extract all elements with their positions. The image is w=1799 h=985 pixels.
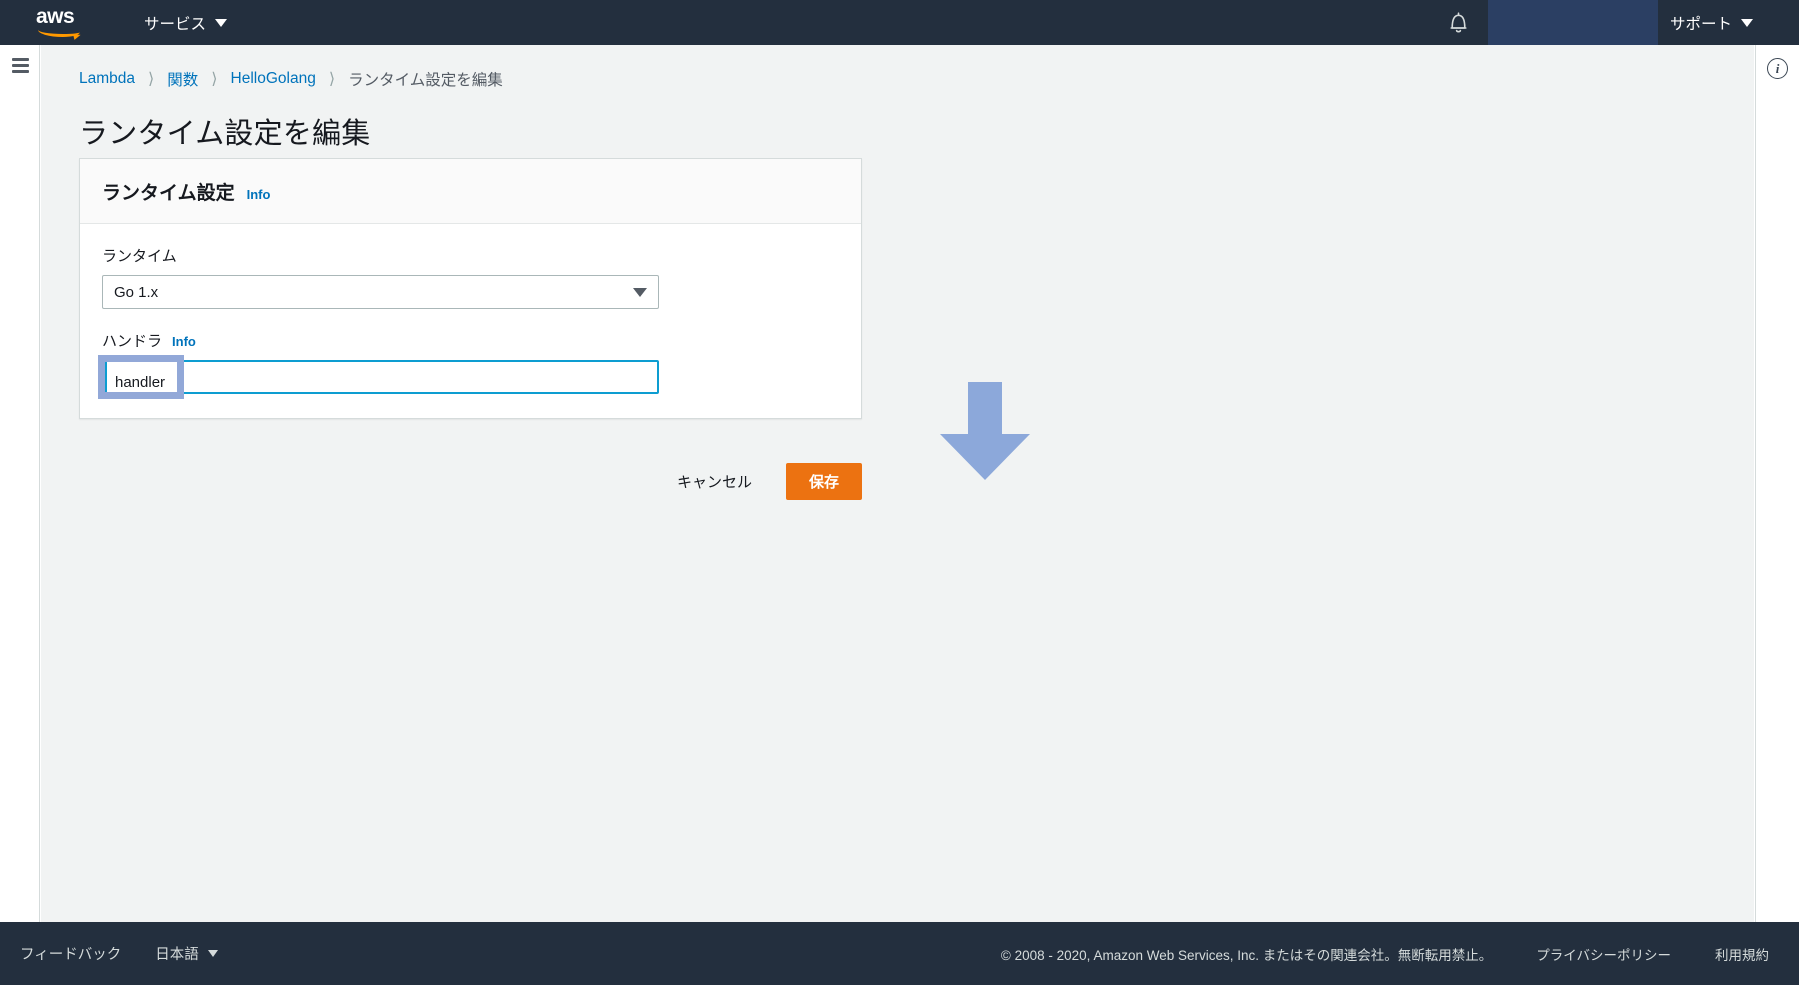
feedback-link[interactable]: フィードバック <box>20 943 121 964</box>
hamburger-menu-icon[interactable] <box>12 58 29 73</box>
support-menu[interactable]: サポート <box>1658 0 1765 45</box>
services-menu[interactable]: サービス <box>132 0 239 45</box>
chevron-down-icon <box>207 950 218 957</box>
handler-field-label: ハンドラ Info <box>102 330 839 351</box>
page-title: ランタイム設定を編集 <box>79 118 371 150</box>
runtime-select-wrapper: Go 1.x <box>102 275 659 309</box>
handler-info-link[interactable]: Info <box>172 334 196 349</box>
breadcrumb-item-lambda[interactable]: Lambda <box>79 70 135 88</box>
hamburger-bar <box>12 70 29 73</box>
hamburger-bar <box>12 58 29 61</box>
handler-label-text: ハンドラ <box>102 333 163 350</box>
handler-input[interactable] <box>102 360 659 394</box>
aws-smile-icon <box>37 24 81 37</box>
language-selector-label: 日本語 <box>155 947 199 963</box>
support-menu-label: サポート <box>1669 15 1732 33</box>
main-content-area: Lambda ⟩ 関数 ⟩ HelloGolang ⟩ ランタイム設定を編集 ラ… <box>41 45 1754 922</box>
top-navigation-bar: aws サービス サポート <box>0 0 1799 45</box>
info-circle-icon[interactable]: i <box>1767 58 1788 79</box>
hamburger-bar <box>12 64 29 67</box>
runtime-field-label: ランタイム <box>102 245 839 266</box>
breadcrumb-item-current: ランタイム設定を編集 <box>348 72 503 89</box>
card-info-link[interactable]: Info <box>247 187 271 202</box>
breadcrumb-separator-icon: ⟩ <box>328 71 336 88</box>
save-button[interactable]: 保存 <box>785 463 862 500</box>
breadcrumb: Lambda ⟩ 関数 ⟩ HelloGolang ⟩ ランタイム設定を編集 <box>41 45 1754 90</box>
footer-left-group: フィードバック 日本語 <box>20 943 218 964</box>
terms-of-use-link[interactable]: 利用規約 <box>1715 944 1769 964</box>
breadcrumb-separator-icon: ⟩ <box>211 71 218 88</box>
runtime-settings-card: ランタイム設定 Info ランタイム Go 1.x ハンドラ Info hand… <box>79 158 862 419</box>
breadcrumb-separator-icon: ⟩ <box>148 71 155 88</box>
footer-right-group: © 2008 - 2020, Amazon Web Services, Inc.… <box>1001 944 1769 964</box>
notifications-button[interactable] <box>1430 0 1488 45</box>
runtime-select[interactable]: Go 1.x <box>102 275 659 309</box>
left-sidebar-rail <box>0 45 40 922</box>
aws-logo[interactable]: aws <box>36 4 82 38</box>
notification-bell-icon <box>1450 11 1468 32</box>
language-selector[interactable]: 日本語 <box>155 943 218 964</box>
chevron-down-icon <box>1741 18 1753 27</box>
aws-wordmark: aws <box>36 4 75 28</box>
handler-input-row: handler <box>98 355 659 399</box>
copyright-text: © 2008 - 2020, Amazon Web Services, Inc.… <box>1000 947 1493 963</box>
down-arrow-annotation <box>940 382 1040 482</box>
aws-console-page: aws サービス サポート i Lambda ⟩ 関数 ⟩ HelloGolan… <box>0 0 1799 985</box>
privacy-policy-link[interactable]: プライバシーポリシー <box>1536 944 1671 964</box>
cancel-button[interactable]: キャンセル <box>673 465 756 498</box>
account-menu-redacted[interactable] <box>1487 0 1658 45</box>
chevron-down-icon <box>215 18 228 27</box>
chevron-down-icon <box>633 288 647 297</box>
arrow-shape <box>940 382 1030 480</box>
card-body: ランタイム Go 1.x ハンドラ Info handler handler <box>80 224 861 418</box>
right-help-rail: i <box>1755 45 1799 922</box>
card-title: ランタイム設定 <box>102 183 235 204</box>
runtime-select-value: Go 1.x <box>114 283 159 301</box>
runtime-label-text: ランタイム <box>102 248 177 265</box>
card-header: ランタイム設定 Info <box>80 159 861 224</box>
page-footer: フィードバック 日本語 © 2008 - 2020, Amazon Web Se… <box>0 922 1799 985</box>
services-menu-label: サービス <box>144 15 207 33</box>
breadcrumb-item-functions[interactable]: 関数 <box>167 68 198 90</box>
form-actions: キャンセル 保存 <box>79 463 862 500</box>
breadcrumb-item-hellogolang[interactable]: HelloGolang <box>231 70 316 88</box>
